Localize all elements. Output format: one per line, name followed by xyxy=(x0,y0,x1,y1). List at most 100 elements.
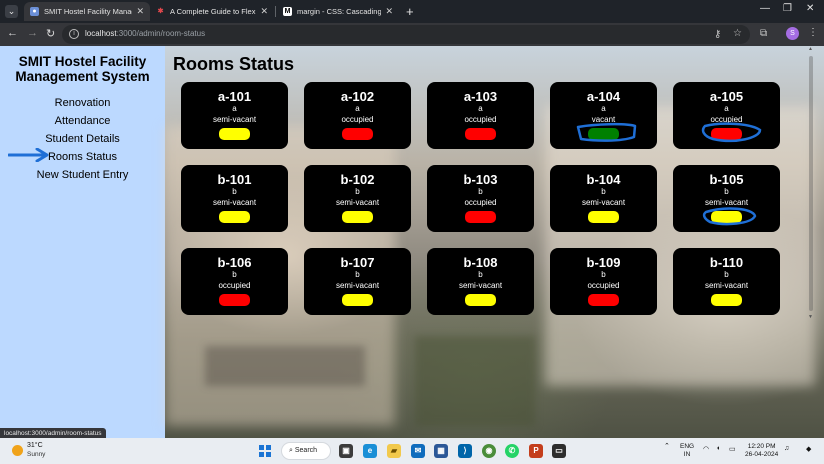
room-number: b-101 xyxy=(217,172,252,187)
status-indicator-pill xyxy=(219,294,250,306)
room-card[interactable]: a-101 a semi-vacant xyxy=(181,82,288,149)
edge-icon[interactable]: e xyxy=(363,444,377,458)
notification-bell-icon[interactable]: ♫ xyxy=(784,445,789,452)
room-number: a-105 xyxy=(709,89,744,104)
store-icon[interactable]: ▦ xyxy=(434,444,448,458)
room-number: b-110 xyxy=(709,255,744,270)
scroll-up-icon[interactable]: ▲ xyxy=(808,46,813,52)
tab-search-icon[interactable]: ⌄ xyxy=(5,5,18,18)
battery-icon[interactable]: ▭ xyxy=(729,445,736,453)
room-number: a-101 xyxy=(217,89,252,104)
reload-icon[interactable]: ↻ xyxy=(46,27,55,40)
room-status-text: semi-vacant xyxy=(458,281,503,290)
powerpoint-icon[interactable]: P xyxy=(529,444,543,458)
room-block: b xyxy=(232,187,237,196)
status-indicator-pill xyxy=(711,211,742,223)
whatsapp-icon[interactable]: ✆ xyxy=(505,444,519,458)
taskbar-search[interactable]: ⌕ Search xyxy=(281,442,331,460)
profile-avatar[interactable]: S xyxy=(786,27,799,40)
sidebar-nav: Renovation Attendance Student Details Ro… xyxy=(0,94,165,184)
restore-icon[interactable]: ❐ xyxy=(783,3,792,14)
sidebar: SMIT Hostel Facility Management System R… xyxy=(0,46,165,438)
search-label: Search xyxy=(294,447,318,454)
scrollbar-thumb[interactable] xyxy=(809,56,813,311)
close-tab-icon[interactable]: ✕ xyxy=(136,6,144,17)
system-clock[interactable]: 12:20 PM 26-04-2024 xyxy=(745,443,778,459)
room-status-text: vacant xyxy=(591,115,616,124)
language-code: ENG xyxy=(680,443,695,450)
room-number: b-108 xyxy=(463,255,498,270)
weather-temperature[interactable]: 31°C xyxy=(27,442,43,449)
sidebar-item-renovation[interactable]: Renovation xyxy=(0,94,165,112)
copilot-icon[interactable]: ◆ xyxy=(806,445,811,453)
weather-condition[interactable]: Sunny xyxy=(27,451,45,458)
tab-flexbox-guide[interactable]: ✱ A Complete Guide to Flexbox | ✕ xyxy=(150,2,274,21)
room-card[interactable]: a-104 a vacant xyxy=(550,82,657,149)
sun-icon[interactable] xyxy=(12,445,23,456)
vscode-icon[interactable]: ⟩ xyxy=(458,444,472,458)
wifi-icon[interactable]: ◠ xyxy=(703,445,709,453)
status-indicator-pill xyxy=(465,211,496,223)
back-arrow-icon[interactable]: ← xyxy=(7,27,18,39)
room-card[interactable]: a-102 a occupied xyxy=(304,82,411,149)
room-status-text: occupied xyxy=(587,281,620,290)
task-view-icon[interactable]: ▣ xyxy=(339,444,353,458)
tab-title: margin - CSS: Cascading Style S xyxy=(297,7,382,16)
room-card[interactable]: b-107 b semi-vacant xyxy=(304,248,411,315)
file-explorer-icon[interactable]: ▰ xyxy=(387,444,401,458)
scroll-down-icon[interactable]: ▼ xyxy=(808,314,813,320)
browser-tab-strip: ⌄ ● SMIT Hostel Facility Manageme ✕ ✱ A … xyxy=(0,0,824,23)
room-card[interactable]: b-109 b occupied xyxy=(550,248,657,315)
room-number: b-106 xyxy=(217,255,252,270)
css-tricks-icon: ✱ xyxy=(157,8,164,15)
tab-smit-hostel[interactable]: ● SMIT Hostel Facility Manageme ✕ xyxy=(24,2,150,21)
globe-icon: ● xyxy=(30,7,39,16)
room-card[interactable]: b-102 b semi-vacant xyxy=(304,165,411,232)
tab-mdn-margin[interactable]: M margin - CSS: Cascading Style S ✕ xyxy=(277,2,399,21)
sidebar-item-attendance[interactable]: Attendance xyxy=(0,112,165,130)
windows-start-icon[interactable] xyxy=(259,445,271,457)
chrome-icon[interactable]: ◉ xyxy=(482,444,496,458)
room-card[interactable]: b-104 b semi-vacant xyxy=(550,165,657,232)
address-bar[interactable]: i localhost:3000/admin/room-status ⚷ ☆ xyxy=(62,25,750,44)
room-card[interactable]: b-103 b occupied xyxy=(427,165,534,232)
sidebar-item-student-details[interactable]: Student Details xyxy=(0,130,165,148)
room-card[interactable]: b-108 b semi-vacant xyxy=(427,248,534,315)
sidebar-item-new-student-entry[interactable]: New Student Entry xyxy=(0,166,165,184)
room-block: b xyxy=(601,187,606,196)
room-status-text: occupied xyxy=(710,115,743,124)
site-info-icon[interactable]: i xyxy=(69,29,79,39)
room-card[interactable]: b-105 b semi-vacant xyxy=(673,165,780,232)
status-indicator-pill xyxy=(588,211,619,223)
room-card[interactable]: a-105 a occupied xyxy=(673,82,780,149)
show-hidden-icons-chevron-icon[interactable]: ⌃ xyxy=(664,442,670,450)
volume-icon[interactable]: ◖ xyxy=(716,445,720,452)
terminal-icon[interactable]: ▭ xyxy=(552,444,566,458)
room-card[interactable]: a-103 a occupied xyxy=(427,82,534,149)
room-number: a-102 xyxy=(340,89,375,104)
new-tab-plus-icon[interactable]: + xyxy=(406,4,414,19)
mail-icon[interactable]: ✉ xyxy=(411,444,425,458)
close-tab-icon[interactable]: ✕ xyxy=(260,6,268,17)
room-block: a xyxy=(355,104,360,113)
close-tab-icon[interactable]: ✕ xyxy=(385,6,393,17)
room-number: b-107 xyxy=(340,255,375,270)
room-card[interactable]: b-101 b semi-vacant xyxy=(181,165,288,232)
room-card[interactable]: b-110 b semi-vacant xyxy=(673,248,780,315)
background-foliage xyxy=(205,346,365,386)
bookmark-star-icon[interactable]: ☆ xyxy=(733,28,742,39)
browser-menu-icon[interactable]: ⋮ xyxy=(808,27,818,38)
window-close-icon[interactable]: ✕ xyxy=(806,3,814,14)
minimize-icon[interactable]: — xyxy=(760,3,770,14)
room-number: b-109 xyxy=(586,255,621,270)
room-card[interactable]: b-106 b occupied xyxy=(181,248,288,315)
windows-taskbar: 31°C Sunny ⌕ Search ▣ e ▰ ✉ ▦ ⟩ ◉ ✆ P ▭ … xyxy=(0,438,824,464)
incognito-key-icon[interactable]: ⚷ xyxy=(714,29,721,40)
forward-arrow-icon[interactable]: → xyxy=(27,27,38,39)
room-status-text: semi-vacant xyxy=(704,281,749,290)
web-page: SMIT Hostel Facility Management System R… xyxy=(0,46,824,438)
language-indicator[interactable]: ENG IN xyxy=(680,443,694,459)
url-host: localhost xyxy=(85,29,117,38)
page-scrollbar[interactable]: ▲ ▼ xyxy=(808,46,814,326)
extensions-puzzle-icon[interactable]: ⧉ xyxy=(760,28,767,39)
